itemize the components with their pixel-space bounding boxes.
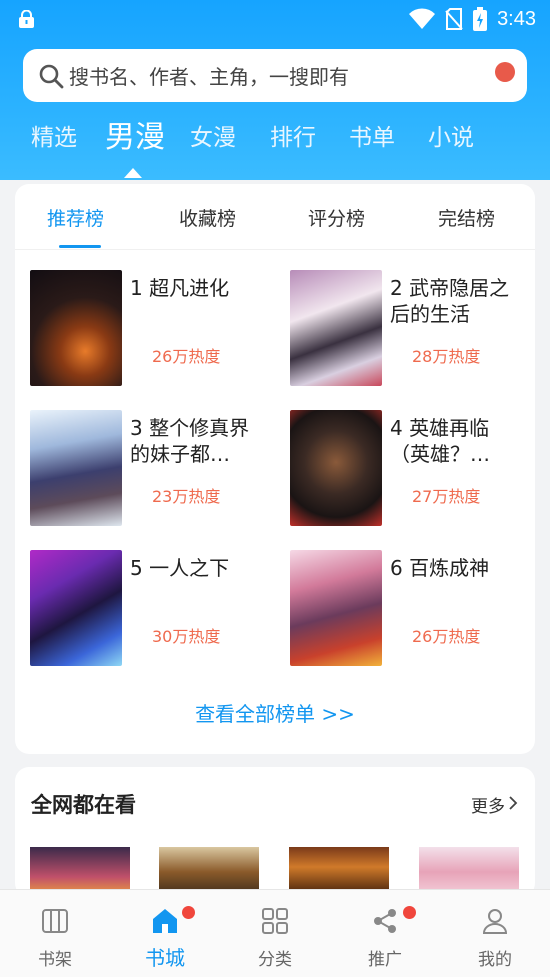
book-cover[interactable]: [290, 270, 382, 386]
book-item[interactable]: 2 武帝隐居之后的生活 28万热度: [290, 270, 540, 390]
grid-icon: [262, 908, 288, 934]
network-card: 全网都在看 更多: [15, 767, 535, 897]
book-cover[interactable]: [290, 550, 382, 666]
bottom-nav: 书架 书城 分类 推广 我的: [0, 889, 550, 977]
nav-promote[interactable]: 推广: [330, 890, 440, 977]
book-cover[interactable]: [30, 270, 122, 386]
tab-booklist[interactable]: 书单: [349, 118, 395, 152]
search-input[interactable]: 搜书名、作者、主角，一搜即有: [23, 49, 527, 102]
book-item[interactable]: 5 一人之下 30万热度: [30, 550, 280, 670]
nav-label: 书城: [145, 946, 185, 970]
voice-search-icon[interactable]: [495, 62, 515, 82]
chevron-right-icon[interactable]: [507, 795, 519, 811]
no-sim-icon: [445, 8, 463, 30]
status-time: 3:43: [497, 7, 536, 30]
tab-male-comics[interactable]: 男漫: [105, 112, 165, 156]
notification-badge: [182, 906, 195, 919]
status-bar: 3:43: [0, 0, 550, 38]
book-heat: 28万热度: [412, 347, 481, 366]
share-icon: [374, 909, 396, 933]
book-item[interactable]: 1 超凡进化 26万热度: [30, 270, 280, 390]
nav-label: 书架: [38, 950, 72, 970]
top-tabs: 精选 男漫 女漫 排行 书单 小说: [0, 118, 550, 173]
nav-label: 分类: [258, 950, 292, 970]
book-cover[interactable]: [290, 410, 382, 526]
ranking-card: 推荐榜 收藏榜 评分榜 完结榜 1 超凡进化 26万热度 2 武帝隐居之后的生活…: [15, 184, 535, 754]
book-title: 1 超凡进化: [130, 276, 230, 300]
tab-completed[interactable]: 完结榜: [438, 204, 495, 231]
book-heat: 26万热度: [152, 347, 221, 366]
book-cover[interactable]: [30, 410, 122, 526]
lock-icon: [19, 10, 34, 28]
tab-novel[interactable]: 小说: [428, 118, 474, 152]
book-heat: 23万热度: [152, 487, 221, 506]
section-title: 全网都在看: [31, 793, 136, 817]
nav-bookshelf[interactable]: 书架: [0, 890, 110, 977]
book-heat: 26万热度: [412, 627, 481, 646]
active-tab-indicator: [124, 168, 142, 178]
tab-recommended[interactable]: 推荐榜: [47, 204, 104, 231]
nav-profile[interactable]: 我的: [440, 890, 550, 977]
book-item[interactable]: 4 英雄再临（英雄？… 27万热度: [290, 410, 540, 530]
book-cover[interactable]: [30, 550, 122, 666]
notification-badge: [403, 906, 416, 919]
ranking-tabs: 推荐榜 收藏榜 评分榜 完结榜: [15, 184, 535, 250]
book-item[interactable]: 6 百炼成神 26万热度: [290, 550, 540, 670]
search-icon: [39, 64, 64, 88]
more-link[interactable]: 更多: [471, 792, 505, 817]
tab-rating[interactable]: 评分榜: [308, 204, 365, 231]
view-all-rankings-link[interactable]: 查看全部榜单 >>: [15, 698, 535, 727]
nav-bookstore[interactable]: 书城: [110, 890, 220, 977]
battery-charging-icon: [473, 7, 488, 31]
book-title: 5 一人之下: [130, 556, 230, 580]
nav-categories[interactable]: 分类: [220, 890, 330, 977]
tab-featured[interactable]: 精选: [31, 118, 77, 152]
home-icon: [153, 909, 177, 933]
book-title: 3 整个修真界的妹子都…: [130, 416, 250, 466]
book-title: 2 武帝隐居之后的生活: [390, 276, 510, 326]
book-title: 6 百炼成神: [390, 556, 490, 580]
nav-label: 推广: [368, 950, 402, 970]
book-title: 4 英雄再临（英雄？…: [390, 416, 490, 466]
nav-label: 我的: [478, 950, 512, 970]
search-placeholder: 搜书名、作者、主角，一搜即有: [69, 65, 349, 89]
tab-female-comics[interactable]: 女漫: [190, 118, 236, 152]
tab-underline: [59, 245, 101, 248]
bookshelf-icon: [42, 909, 68, 933]
wifi-icon: [409, 8, 436, 29]
book-item[interactable]: 3 整个修真界的妹子都… 23万热度: [30, 410, 280, 530]
book-heat: 30万热度: [152, 627, 221, 646]
header: 3:43 搜书名、作者、主角，一搜即有 精选 男漫 女漫 排行 书单 小说: [0, 0, 550, 180]
tab-ranking[interactable]: 排行: [270, 118, 316, 152]
user-icon: [482, 909, 508, 934]
tab-favorites[interactable]: 收藏榜: [179, 204, 236, 231]
book-heat: 27万热度: [412, 487, 481, 506]
